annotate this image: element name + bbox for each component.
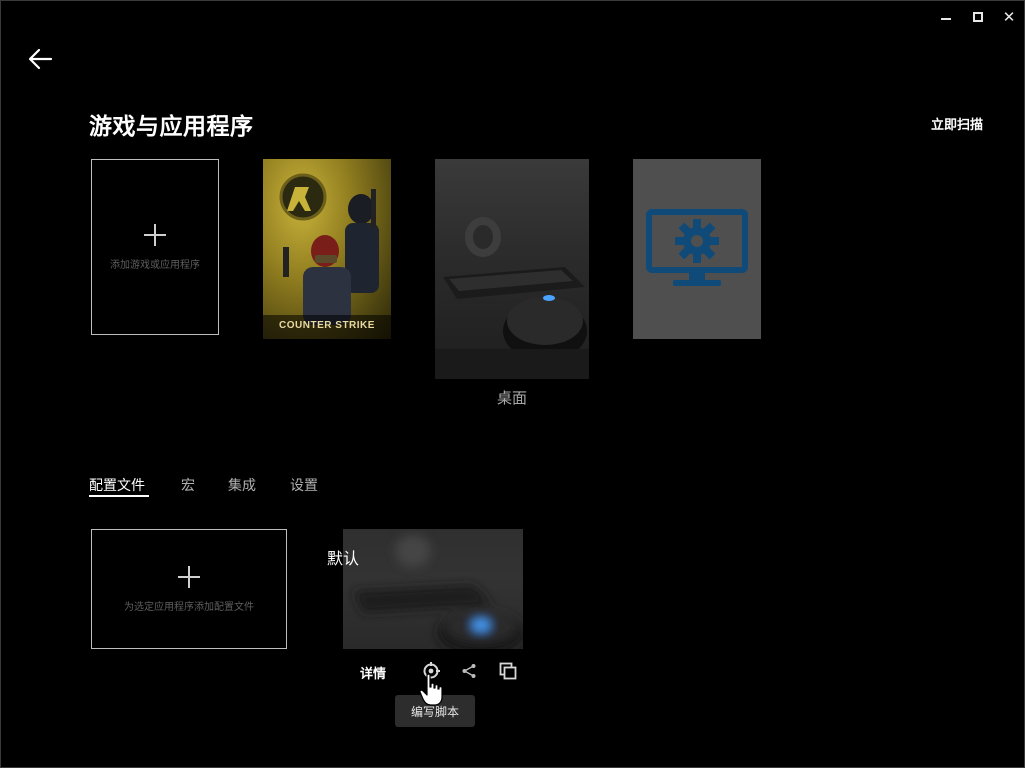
back-button[interactable] [25,45,57,73]
maximize-icon [973,12,983,22]
close-button[interactable]: ✕ [998,7,1020,27]
counter-strike-logo-text: COUNTER STRIKE [279,320,375,331]
add-game-tile[interactable]: 添加游戏或应用程序 [91,159,219,335]
desktop-cover-art [435,217,589,379]
profile-name-default: 默认 [327,549,360,568]
plus-icon [178,565,200,588]
game-tile-desktop[interactable] [435,159,589,379]
page-title: 游戏与应用程序 [89,114,254,140]
script-icon [423,662,440,679]
scan-now-button[interactable]: 立即扫描 [931,114,983,133]
game-tile-settings[interactable] [633,159,761,339]
profile-thumbnail-image [353,535,523,649]
copy-icon [499,662,517,680]
plus-icon [144,223,166,246]
minimize-button[interactable] [935,7,957,27]
desktop-tile-label: 桌面 [496,389,527,407]
duplicate-button[interactable] [499,662,517,680]
arrow-left-icon [28,48,53,70]
edit-script-button[interactable] [422,662,440,680]
add-profile-label: 为选定应用程序添加配置文件 [124,601,254,613]
app-window: ✕ 游戏与应用程序 立即扫描 添加游戏或应用程序 COUNTER STRIKE [0,0,1025,768]
profile-card-default[interactable] [343,529,523,649]
tab-macros[interactable]: 宏 [181,475,195,495]
game-tile-counter-strike[interactable]: COUNTER STRIKE [263,159,391,339]
add-game-label: 添加游戏或应用程序 [110,259,200,271]
edit-script-tooltip: 编写脚本 [395,695,475,727]
active-tab-indicator [89,495,149,497]
tab-settings[interactable]: 设置 [290,475,318,495]
maximize-button[interactable] [967,7,989,27]
minimize-icon [941,18,951,20]
share-icon [462,664,476,678]
monitor-gear-icon [646,209,748,286]
share-button[interactable] [460,662,478,680]
profile-details-button[interactable]: 详情 [360,663,386,682]
add-profile-tile[interactable]: 为选定应用程序添加配置文件 [91,529,287,649]
tab-integrations[interactable]: 集成 [228,475,256,495]
counter-strike-cover-art [263,173,391,339]
tab-profiles[interactable]: 配置文件 [89,475,145,495]
